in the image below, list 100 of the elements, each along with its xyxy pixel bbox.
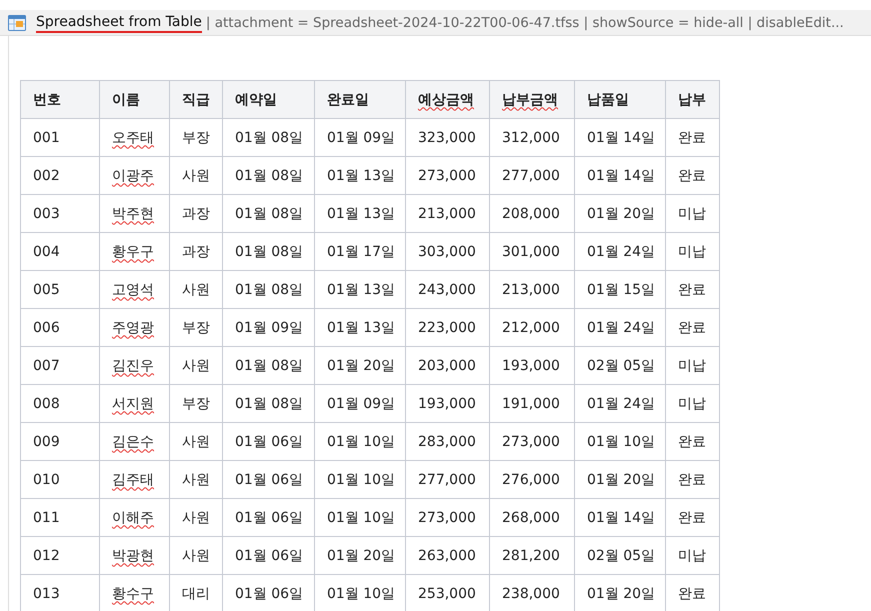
table-cell: 사원 xyxy=(170,422,222,460)
block-parameters: | attachment = Spreadsheet-2024-10-22T00-06-47.tfss | showSource = hide-all | disableEdit... xyxy=(206,14,844,30)
column-header: 직급 xyxy=(170,80,222,118)
table-cell: 312,000 xyxy=(490,118,574,156)
table-cell: 부장 xyxy=(170,118,222,156)
table-cell: 완료 xyxy=(666,460,720,498)
table-cell: 013 xyxy=(20,574,100,611)
table-cell: 과장 xyxy=(170,194,222,232)
table-cell: 미납 xyxy=(666,384,720,422)
table-cell: 01월 14일 xyxy=(574,118,666,156)
table-cell: 01월 06일 xyxy=(222,498,314,536)
block-title[interactable]: Spreadsheet from Table xyxy=(36,12,202,32)
table-cell: 213,000 xyxy=(490,270,574,308)
table-cell: 01월 14일 xyxy=(574,498,666,536)
table-cell: 243,000 xyxy=(406,270,490,308)
table-cell: 사원 xyxy=(170,536,222,574)
table-cell: 273,000 xyxy=(490,422,574,460)
table-cell: 01월 20일 xyxy=(314,346,406,384)
column-header: 납부 xyxy=(666,80,720,118)
table-cell: 이해주 xyxy=(100,498,170,536)
table-cell: 273,000 xyxy=(406,498,490,536)
table-cell: 01월 08일 xyxy=(222,156,314,194)
column-header: 예상금액 xyxy=(406,80,490,118)
table-cell: 01월 24일 xyxy=(574,232,666,270)
table-cell: 01월 13일 xyxy=(314,308,406,346)
table-cell: 김은수 xyxy=(100,422,170,460)
table-cell: 01월 20일 xyxy=(574,194,666,232)
table-cell: 303,000 xyxy=(406,232,490,270)
column-header: 이름 xyxy=(100,80,170,118)
column-header: 납품일 xyxy=(574,80,666,118)
table-cell: 01월 13일 xyxy=(314,194,406,232)
table-cell: 273,000 xyxy=(406,156,490,194)
table-cell: 02월 05일 xyxy=(574,536,666,574)
table-cell: 203,000 xyxy=(406,346,490,384)
table-cell: 011 xyxy=(20,498,100,536)
table-cell: 01월 14일 xyxy=(574,156,666,194)
table-cell: 283,000 xyxy=(406,422,490,460)
table-cell: 277,000 xyxy=(490,156,574,194)
table-cell: 276,000 xyxy=(490,460,574,498)
table-cell: 01월 09일 xyxy=(314,384,406,422)
table-cell: 사원 xyxy=(170,270,222,308)
table-cell: 김진우 xyxy=(100,346,170,384)
table-cell: 323,000 xyxy=(406,118,490,156)
column-header: 납부금액 xyxy=(490,80,574,118)
table-cell: 사원 xyxy=(170,346,222,384)
table-cell: 과장 xyxy=(170,232,222,270)
column-header: 번호 xyxy=(20,80,100,118)
table-cell: 사원 xyxy=(170,460,222,498)
table-cell: 006 xyxy=(20,308,100,346)
table-cell: 002 xyxy=(20,156,100,194)
column-header: 완료일 xyxy=(314,80,406,118)
table-cell: 003 xyxy=(20,194,100,232)
table-cell: 007 xyxy=(20,346,100,384)
table-cell: 01월 10일 xyxy=(314,422,406,460)
table-cell: 미납 xyxy=(666,536,720,574)
table-cell: 미납 xyxy=(666,346,720,384)
table-cell: 01월 15일 xyxy=(574,270,666,308)
table-cell: 사원 xyxy=(170,498,222,536)
table-cell: 박광현 xyxy=(100,536,170,574)
table-cell: 고영석 xyxy=(100,270,170,308)
table-cell: 부장 xyxy=(170,384,222,422)
spreadsheet-icon xyxy=(8,14,26,30)
table-cell: 223,000 xyxy=(406,308,490,346)
table-cell: 주영광 xyxy=(100,308,170,346)
table-cell: 완료 xyxy=(666,270,720,308)
table-cell: 213,000 xyxy=(406,194,490,232)
table-cell: 01월 13일 xyxy=(314,156,406,194)
table-cell: 277,000 xyxy=(406,460,490,498)
table-cell: 서지원 xyxy=(100,384,170,422)
table-cell: 이광주 xyxy=(100,156,170,194)
table-cell: 01월 06일 xyxy=(222,536,314,574)
table-cell: 부장 xyxy=(170,308,222,346)
table-cell: 01월 17일 xyxy=(314,232,406,270)
table-cell: 01월 09일 xyxy=(314,118,406,156)
table-cell: 미납 xyxy=(666,232,720,270)
column-header: 예약일 xyxy=(222,80,314,118)
table-cell: 001 xyxy=(20,118,100,156)
table-cell: 01월 24일 xyxy=(574,384,666,422)
table-cell: 01월 08일 xyxy=(222,118,314,156)
table-cell: 01월 06일 xyxy=(222,460,314,498)
table-cell: 01월 08일 xyxy=(222,270,314,308)
table-cell: 212,000 xyxy=(490,308,574,346)
table-cell: 01월 20일 xyxy=(314,536,406,574)
table-cell: 191,000 xyxy=(490,384,574,422)
table-cell: 01월 08일 xyxy=(222,232,314,270)
table-cell: 오주태 xyxy=(100,118,170,156)
table-cell: 사원 xyxy=(170,156,222,194)
table-cell: 005 xyxy=(20,270,100,308)
table-cell: 301,000 xyxy=(490,232,574,270)
table-cell: 012 xyxy=(20,536,100,574)
table-cell: 193,000 xyxy=(406,384,490,422)
table-cell: 완료 xyxy=(666,118,720,156)
table-cell: 01월 09일 xyxy=(222,308,314,346)
table-cell: 01월 08일 xyxy=(222,194,314,232)
table-cell: 004 xyxy=(20,232,100,270)
table-cell: 01월 10일 xyxy=(574,422,666,460)
table-cell: 008 xyxy=(20,384,100,422)
table-cell: 193,000 xyxy=(490,346,574,384)
table-cell: 01월 08일 xyxy=(222,346,314,384)
table-cell: 01월 13일 xyxy=(314,270,406,308)
